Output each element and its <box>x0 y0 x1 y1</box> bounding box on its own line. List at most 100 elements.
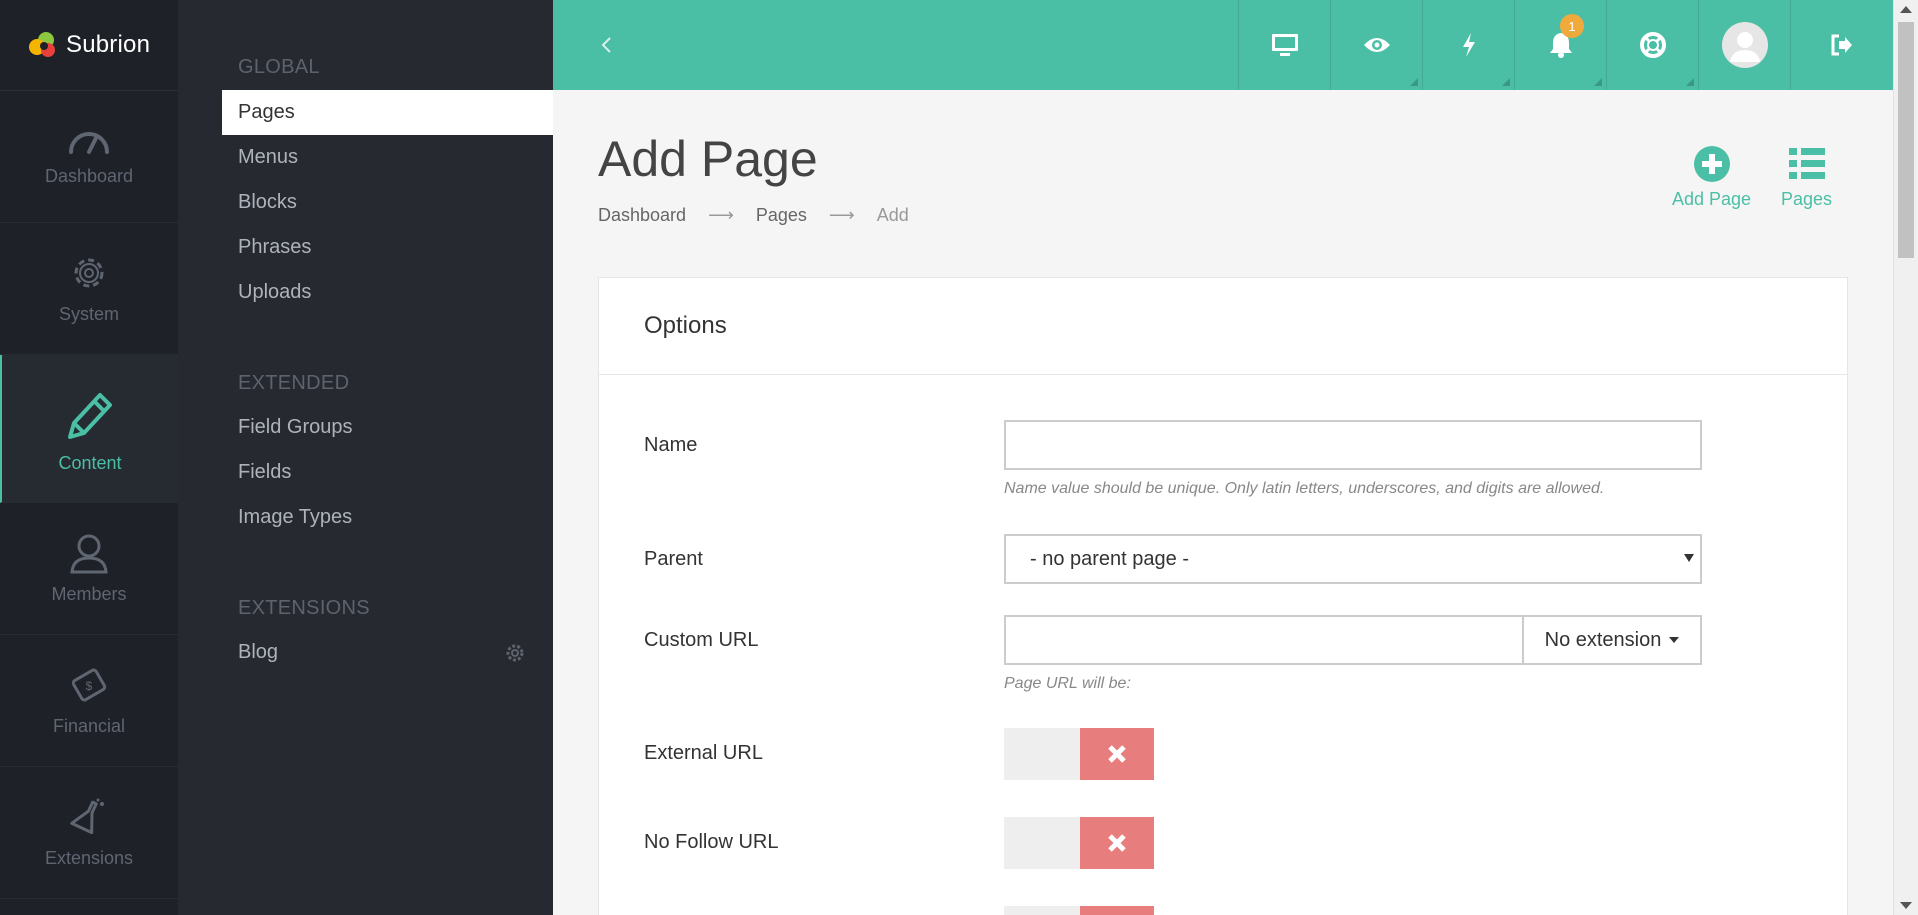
money-icon: $ <box>71 668 107 702</box>
rail-label: Members <box>51 584 127 604</box>
rail-label: Extensions <box>44 848 134 868</box>
name-help-text: Name value should be unique. Only latin … <box>1004 480 1605 497</box>
submenu-group-extended: EXTENDED <box>238 372 350 394</box>
rail-item-content[interactable]: Content <box>0 355 178 503</box>
content-submenu: GLOBAL Pages Menus Blocks Phrases Upload… <box>178 0 553 915</box>
brand-logo[interactable]: Subrion <box>0 0 178 91</box>
toggle-track <box>1004 817 1080 869</box>
plus-circle-icon <box>1693 146 1730 182</box>
submenu-item-blocks[interactable]: Blocks <box>222 180 553 225</box>
pages-list-button[interactable]: Pages <box>1781 145 1832 210</box>
name-label: Name <box>644 434 698 456</box>
flask-icon <box>70 798 104 835</box>
options-card: Options Name Name value should be unique… <box>598 277 1848 915</box>
submenu-group-extensions: EXTENSIONS <box>238 597 370 619</box>
toggle-off-state <box>1080 817 1154 869</box>
external-url-label: External URL <box>644 742 763 764</box>
gear-icon[interactable] <box>505 643 525 663</box>
rail-item-dashboard[interactable]: Dashboard <box>0 91 178 223</box>
rail-label: System <box>58 304 119 324</box>
parent-select-value: - no parent page - <box>1030 547 1189 570</box>
scroll-down-arrow[interactable] <box>1900 902 1912 909</box>
top-bar: 1 <box>553 0 1893 90</box>
frontend-view-button[interactable] <box>1238 0 1330 90</box>
pages-list-label: Pages <box>1781 189 1833 209</box>
toggle-track <box>1004 906 1080 915</box>
dropdown-corner <box>1502 78 1510 86</box>
caret-down-icon <box>1684 554 1694 562</box>
dropdown-corner <box>1686 78 1694 86</box>
breadcrumb-current: Add <box>876 205 909 225</box>
add-page-button[interactable]: Add Page <box>1672 145 1751 210</box>
page-title: Add Page <box>598 131 818 187</box>
submenu-item-pages[interactable]: Pages <box>222 90 553 135</box>
monitor-icon <box>1271 34 1298 56</box>
rail-label: Financial <box>52 716 126 736</box>
notification-badge: 1 <box>1560 14 1584 38</box>
avatar <box>1721 22 1768 68</box>
close-icon <box>1108 745 1126 763</box>
svg-text:$: $ <box>86 679 93 693</box>
card-title: Options <box>599 278 1847 375</box>
parent-select[interactable]: - no parent page - <box>1004 534 1702 584</box>
logo-icon <box>26 28 60 62</box>
rail-label: Content <box>58 453 122 473</box>
breadcrumb-dashboard-link[interactable]: Dashboard <box>598 205 686 226</box>
rail-label: Dashboard <box>44 166 134 186</box>
close-icon <box>1108 834 1126 852</box>
next-toggle-partial[interactable] <box>1004 906 1154 915</box>
main-nav-rail: Subrion Dashboard System Content Members… <box>0 0 178 915</box>
rail-item-financial[interactable]: $ Financial <box>0 635 178 767</box>
submenu-group-global: GLOBAL <box>238 56 320 78</box>
list-icon <box>1788 148 1825 179</box>
toggle-off-state <box>1080 728 1154 780</box>
scrollbar-thumb[interactable] <box>1898 22 1914 258</box>
submenu-item-fields[interactable]: Fields <box>222 450 553 495</box>
logout-button[interactable] <box>1790 0 1893 90</box>
submenu-item-image-types[interactable]: Image Types <box>222 495 553 540</box>
lightning-icon <box>1462 33 1475 57</box>
rail-item-members[interactable]: Members <box>0 503 178 635</box>
quick-actions-button[interactable] <box>1422 0 1514 90</box>
breadcrumb-pages-link[interactable]: Pages <box>756 205 807 226</box>
submenu-item-label: Blog <box>238 641 279 663</box>
collapse-sidebar-button[interactable] <box>593 30 619 60</box>
user-icon <box>70 534 108 574</box>
preview-button[interactable] <box>1330 0 1422 90</box>
name-input[interactable] <box>1004 420 1702 470</box>
help-button[interactable] <box>1606 0 1698 90</box>
notifications-button[interactable]: 1 <box>1514 0 1606 90</box>
toggle-off-state <box>1080 906 1154 915</box>
nofollow-url-toggle[interactable] <box>1004 817 1154 869</box>
url-extension-value: No extension <box>1544 628 1662 651</box>
logout-icon <box>1831 34 1852 56</box>
toggle-track <box>1004 728 1080 780</box>
parent-label: Parent <box>644 548 703 570</box>
submenu-item-blog[interactable]: Blog <box>222 630 553 675</box>
lifebuoy-icon <box>1639 32 1666 58</box>
eye-icon <box>1363 38 1390 52</box>
speedometer-icon <box>69 132 109 154</box>
rail-item-extensions[interactable]: Extensions <box>0 767 178 899</box>
submenu-item-field-groups[interactable]: Field Groups <box>222 405 553 450</box>
custom-url-label: Custom URL <box>644 629 759 651</box>
scroll-up-arrow[interactable] <box>1900 6 1912 13</box>
user-menu-button[interactable] <box>1698 0 1790 90</box>
breadcrumb-separator: ⟶ <box>708 205 734 225</box>
dropdown-corner <box>1594 78 1602 86</box>
custom-url-input[interactable] <box>1004 615 1524 665</box>
brand-name: Subrion <box>66 31 151 58</box>
chevron-left-icon <box>601 37 611 53</box>
pencil-icon <box>68 393 112 439</box>
page-scrollbar[interactable] <box>1893 0 1918 915</box>
external-url-toggle[interactable] <box>1004 728 1154 780</box>
submenu-item-uploads[interactable]: Uploads <box>222 270 553 315</box>
rail-item-system[interactable]: System <box>0 223 178 355</box>
nofollow-url-label: No Follow URL <box>644 831 779 853</box>
url-extension-dropdown[interactable]: No extension <box>1522 615 1702 665</box>
gear-icon <box>74 258 104 288</box>
submenu-item-phrases[interactable]: Phrases <box>222 225 553 270</box>
add-page-label: Add Page <box>1672 189 1752 209</box>
breadcrumb-separator: ⟶ <box>828 205 855 225</box>
submenu-item-menus[interactable]: Menus <box>222 135 553 180</box>
